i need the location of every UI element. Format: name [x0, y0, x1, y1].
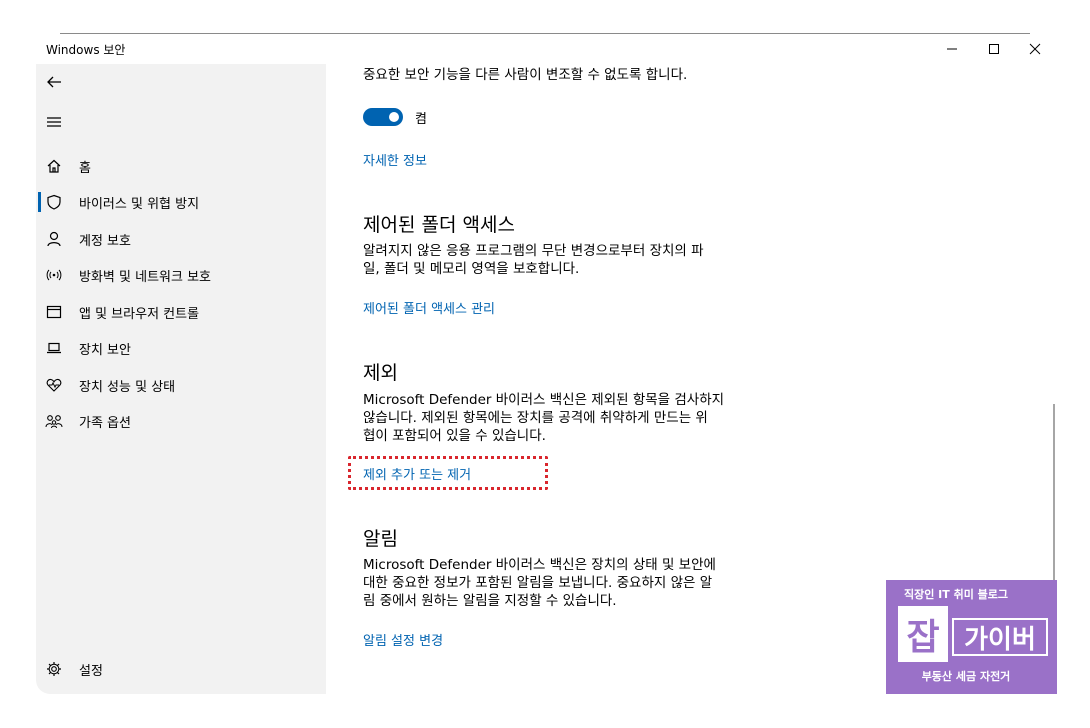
sidebar-item-device-performance[interactable]: 장치 성능 및 상태 — [36, 367, 326, 403]
tamper-protection-toggle[interactable] — [363, 108, 403, 126]
sidebar-item-label: 홈 — [79, 161, 91, 176]
toggle-knob — [389, 112, 399, 122]
manage-folder-access-link[interactable]: 제어된 폴더 액세스 관리 — [363, 298, 495, 317]
sidebar-item-virus-protection[interactable]: 바이러스 및 위협 방지 — [36, 184, 326, 220]
sidebar-item-label: 앱 및 브라우저 컨트롤 — [79, 307, 200, 322]
active-indicator — [38, 192, 41, 212]
folder-access-desc-line1: 알려지지 않은 응용 프로그램의 무단 변경으로부터 장치의 파 — [363, 243, 704, 259]
add-remove-exclusions-link[interactable]: 제외 추가 또는 제거 — [363, 464, 471, 483]
home-icon — [45, 157, 63, 175]
close-button[interactable] — [1014, 36, 1056, 62]
minimize-icon — [947, 48, 957, 50]
back-button[interactable] — [36, 64, 72, 100]
maximize-icon — [989, 44, 999, 54]
hamburger-menu-icon — [47, 117, 61, 127]
sidebar-item-home[interactable]: 홈 — [36, 148, 326, 184]
gear-icon — [45, 660, 63, 678]
laptop-icon — [45, 339, 63, 357]
close-icon — [1029, 43, 1041, 55]
sidebar-item-label: 가족 옵션 — [79, 416, 131, 431]
sidebar-item-family-options[interactable]: 가족 옵션 — [36, 403, 326, 439]
sidebar-item-label: 장치 성능 및 상태 — [79, 380, 176, 395]
folder-access-desc-line2: 일, 폴더 및 메모리 영역을 보호합니다. — [363, 261, 580, 277]
sidebar-item-firewall[interactable]: 방화벽 및 네트워크 보호 — [36, 257, 326, 293]
app-window-icon — [45, 303, 63, 321]
toggle-state-label: 켬 — [415, 112, 427, 127]
sidebar-item-device-security[interactable]: 장치 보안 — [36, 330, 326, 366]
wifi-antenna-icon — [45, 266, 63, 284]
more-info-link[interactable]: 자세한 정보 — [363, 150, 427, 169]
scrollbar[interactable] — [1053, 404, 1055, 609]
title-bar: Windows 보안 — [36, 34, 1056, 64]
sidebar-item-account-protection[interactable]: 계정 보호 — [36, 221, 326, 257]
sidebar-item-label: 바이러스 및 위협 방지 — [79, 197, 200, 212]
notification-settings-link[interactable]: 알림 설정 변경 — [363, 630, 443, 649]
sidebar-item-label: 계정 보호 — [79, 234, 131, 249]
exclusions-desc-line3: 협이 포함되어 있을 수 있습니다. — [363, 428, 546, 444]
watermark-tagline: 직장인 IT 취미 블로그 — [903, 588, 1009, 601]
sidebar-item-label: 방화벽 및 네트워크 보호 — [79, 270, 211, 285]
notifications-desc-line1: Microsoft Defender 바이러스 백신은 장치의 상태 및 보안에 — [363, 557, 716, 573]
person-icon — [45, 230, 63, 248]
sidebar-item-label: 설정 — [79, 664, 103, 679]
tamper-protection-description: 중요한 보안 기능을 다른 사람이 변조할 수 없도록 합니다. — [363, 67, 688, 83]
family-icon — [45, 412, 63, 430]
exclusions-heading: 제외 — [363, 362, 398, 384]
minimize-button[interactable] — [931, 36, 973, 62]
watermark-mark: 잡 — [898, 606, 948, 662]
folder-access-heading: 제어된 폴더 액세스 — [363, 214, 515, 236]
sidebar-item-label: 장치 보안 — [79, 343, 131, 358]
exclusions-desc-line2: 않습니다. 제외된 항목에는 장치를 공격에 취약하게 만드는 위 — [363, 410, 708, 426]
sidebar-item-app-browser-control[interactable]: 앱 및 브라우저 컨트롤 — [36, 294, 326, 330]
sidebar: 홈 바이러스 및 위협 방지 계정 보호 방화벽 및 네트워크 보호 앱 및 브… — [36, 64, 326, 694]
notifications-desc-line3: 림 중에서 원하는 알림을 지정할 수 있습니다. — [363, 593, 617, 609]
watermark-subtitle: 부동산 세금 자전거 — [921, 670, 1011, 683]
window-title: Windows 보안 — [46, 43, 126, 57]
notifications-heading: 알림 — [363, 528, 398, 550]
exclusions-desc-line1: Microsoft Defender 바이러스 백신은 제외된 항목을 검사하지 — [363, 392, 725, 408]
menu-button[interactable] — [36, 104, 72, 140]
shield-icon — [45, 193, 63, 211]
sidebar-item-settings[interactable]: 설정 — [36, 651, 326, 687]
watermark-name: 가이버 — [952, 618, 1048, 656]
maximize-button[interactable] — [973, 36, 1015, 62]
back-arrow-icon — [47, 76, 61, 88]
notifications-desc-line2: 대한 중요한 정보가 포함된 알림을 보냅니다. 중요하지 않은 알 — [363, 575, 713, 591]
blog-watermark-badge: 직장인 IT 취미 블로그 잡 가이버 부동산 세금 자전거 — [886, 580, 1057, 694]
heart-pulse-icon — [45, 376, 63, 394]
